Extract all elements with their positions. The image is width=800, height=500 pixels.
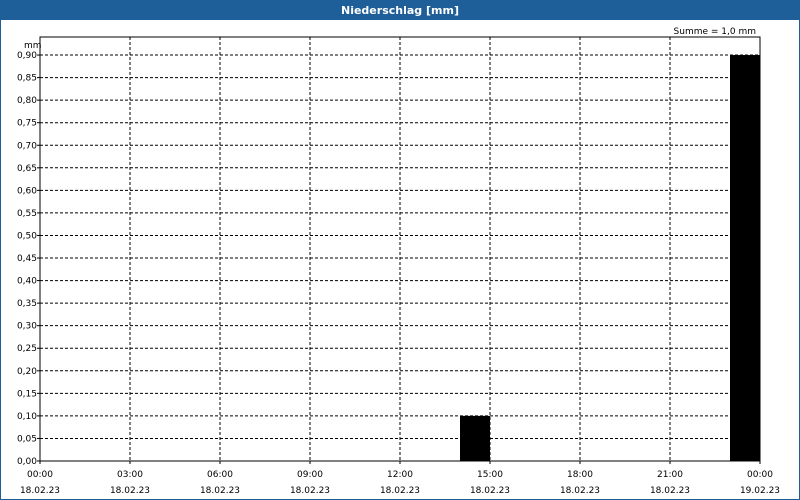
y-tick-label: 0,50 [17, 231, 37, 241]
x-tick-time-label: 15:00 [477, 470, 503, 480]
x-tick-time-label: 06:00 [207, 470, 233, 480]
x-tick-date-label: 18.02.23 [650, 486, 690, 496]
y-axis: 0,00 0,05 0,10 0,15 0,20 0,25 0,30 0,35 0,40 0,45… [17, 51, 40, 467]
y-tick-label: 0,15 [17, 389, 37, 399]
x-tick-date-label: 18.02.23 [470, 486, 510, 496]
y-tick-label: 0,90 [17, 51, 37, 61]
y-tick-label: 0,70 [17, 141, 37, 151]
grid-lines [40, 37, 760, 461]
x-tick-time-label: 18:00 [567, 470, 593, 480]
y-tick-label: 0,40 [17, 277, 37, 287]
y-tick-label: 0,30 [17, 322, 37, 332]
y-tick-label: 0,55 [17, 209, 37, 219]
y-tick-label: 0,75 [17, 119, 37, 129]
x-tick-date-label: 19.02.23 [740, 486, 780, 496]
x-tick-date-label: 18.02.23 [560, 486, 600, 496]
y-tick-label: 0,25 [17, 344, 37, 354]
x-axis: 00:00 18.02.23 03:00 18.02.23 06:00 18.02.23 0… [20, 461, 780, 496]
x-tick-date-label: 18.02.23 [110, 486, 150, 496]
y-tick-label: 0,80 [17, 96, 37, 106]
precipitation-bar [460, 415, 490, 461]
y-tick-label: 0,85 [17, 74, 37, 84]
x-tick-time-label: 00:00 [27, 470, 53, 480]
y-tick-label: 0,10 [17, 412, 37, 422]
precipitation-chart: mm Summe = 1,0 mm 0,000,050,100,150,200,… [17, 27, 780, 496]
sum-annotation: Summe = 1,0 mm [674, 27, 756, 37]
y-tick-label: 0,45 [17, 254, 37, 264]
y-tick-label: 0,60 [17, 186, 37, 196]
y-axis-unit-label: mm [24, 41, 42, 51]
x-tick-date-label: 18.02.23 [290, 486, 330, 496]
y-tick-label: 0,05 [17, 434, 37, 444]
y-tick-label: 0,20 [17, 367, 37, 377]
x-tick-date-label: 18.02.23 [20, 486, 60, 496]
x-tick-time-label: 00:00 [747, 470, 773, 480]
precipitation-bar [730, 55, 760, 462]
x-tick-time-label: 12:00 [387, 470, 413, 480]
y-tick-label: 0,00 [17, 457, 37, 467]
x-tick-time-label: 21:00 [657, 470, 683, 480]
x-tick-time-label: 09:00 [297, 470, 323, 480]
x-tick-date-label: 18.02.23 [380, 486, 420, 496]
y-tick-label: 0,35 [17, 299, 37, 309]
x-tick-time-label: 03:00 [117, 470, 143, 480]
x-tick-date-label: 18.02.23 [200, 486, 240, 496]
y-tick-label: 0,65 [17, 164, 37, 174]
